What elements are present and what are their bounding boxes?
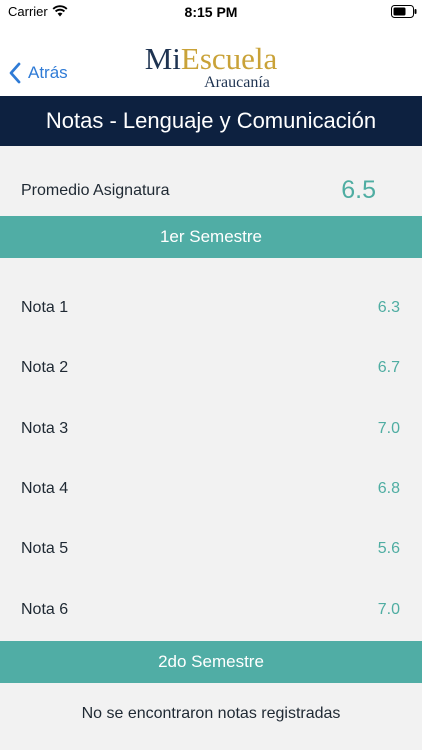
- logo-title: MiEscuela: [100, 42, 322, 76]
- grade-label: Nota 5: [21, 540, 69, 557]
- grade-row: Nota 5 5.6: [0, 519, 422, 579]
- grade-label: Nota 2: [21, 359, 69, 376]
- mi-escuela-logo: MiEscuela Araucanía: [100, 42, 322, 98]
- grade-value: 7.0: [377, 601, 400, 618]
- grade-row: Nota 1 6.3: [0, 278, 422, 338]
- grade-value: 5.6: [377, 540, 400, 557]
- grade-label: Nota 4: [21, 480, 69, 497]
- average-label: Promedio Asignatura: [21, 182, 170, 199]
- semester-1-header: 1er Semestre: [0, 216, 422, 258]
- average-value: 6.5: [341, 176, 376, 204]
- status-time: 8:15 PM: [184, 4, 238, 20]
- grade-value: 6.7: [377, 359, 400, 376]
- chevron-left-icon: [9, 62, 21, 84]
- grade-row: Nota 6 7.0: [0, 580, 422, 640]
- grade-value: 6.3: [377, 299, 400, 316]
- grade-value: 6.8: [377, 480, 400, 497]
- grade-label: Nota 6: [21, 601, 69, 618]
- grade-label: Nota 3: [21, 420, 69, 437]
- back-button[interactable]: Atrás: [8, 60, 68, 86]
- empty-grades-message: No se encontraron notas registradas: [81, 705, 341, 722]
- logo-mi: Mi: [144, 41, 181, 76]
- average-row: Promedio Asignatura 6.5: [0, 146, 422, 216]
- grade-value: 7.0: [377, 420, 400, 437]
- status-bar: Carrier 8:15 PM: [0, 0, 422, 24]
- semester-2-header: 2do Semestre: [0, 641, 422, 683]
- logo-subtitle: Araucanía: [204, 74, 270, 91]
- back-label: Atrás: [28, 63, 68, 82]
- grade-row: Nota 2 6.7: [0, 338, 422, 398]
- page-title: Notas - Lenguaje y Comunicación: [0, 96, 422, 146]
- grade-row: Nota 4 6.8: [0, 459, 422, 519]
- nav-bar: Atrás MiEscuela Araucanía: [0, 24, 422, 96]
- logo-escuela: Escuela: [180, 41, 278, 76]
- battery-icon: [391, 5, 417, 18]
- grade-label: Nota 1: [21, 299, 69, 316]
- grade-row: Nota 3 7.0: [0, 399, 422, 459]
